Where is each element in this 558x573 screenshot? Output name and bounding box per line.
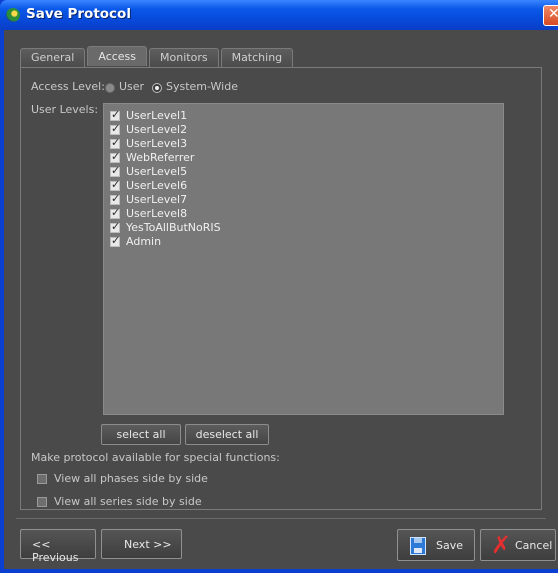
checkbox[interactable]: [110, 108, 120, 121]
deselect-all-button[interactable]: deselect all: [185, 424, 269, 445]
save-icon: [410, 537, 426, 555]
checkbox[interactable]: [110, 192, 120, 205]
window-title: Save Protocol: [26, 6, 131, 22]
tab-matching[interactable]: Matching: [220, 48, 294, 67]
checkbox[interactable]: [110, 234, 120, 247]
special-functions-label: Make protocol available for special func…: [31, 451, 280, 464]
title-bar[interactable]: Save Protocol ✕: [0, 0, 558, 30]
radio-user-label[interactable]: User: [119, 80, 144, 93]
tab-general[interactable]: General: [20, 48, 86, 67]
checkbox[interactable]: [110, 206, 120, 219]
save-button[interactable]: Save: [397, 529, 475, 561]
radio-user[interactable]: [105, 83, 115, 93]
previous-button[interactable]: << Previous: [20, 529, 96, 564]
close-button[interactable]: ✕: [543, 5, 558, 26]
user-levels-label: User Levels:: [31, 103, 99, 116]
phases-label[interactable]: View all phases side by side: [54, 472, 208, 485]
checkbox[interactable]: [110, 220, 120, 233]
dialog-body: General Access Monitors Matching Access …: [4, 30, 558, 569]
radio-system-wide-label[interactable]: System-Wide: [166, 80, 238, 93]
checkbox[interactable]: [110, 164, 120, 177]
user-levels-list[interactable]: UserLevel1 UserLevel2 UserLevel3 WebRefe…: [103, 103, 504, 415]
checkbox-series[interactable]: [37, 497, 47, 507]
footer-divider: [16, 518, 546, 519]
checkbox[interactable]: [110, 136, 120, 149]
app-icon: [6, 8, 20, 22]
save-protocol-window: Save Protocol ✕ General Access Monitors …: [0, 0, 558, 573]
tab-access[interactable]: Access: [87, 46, 148, 66]
cancel-button[interactable]: ✗ Cancel: [480, 529, 556, 561]
radio-system-wide[interactable]: [152, 83, 162, 93]
checkbox[interactable]: [110, 150, 120, 163]
checkbox[interactable]: [110, 122, 120, 135]
select-all-button[interactable]: select all: [101, 424, 181, 445]
tab-bar: General Access Monitors Matching: [20, 46, 295, 67]
access-level-label: Access Level:: [31, 80, 105, 93]
cancel-x-icon: ✗: [491, 531, 512, 559]
window-frame-bottom: [0, 569, 558, 573]
tab-monitors[interactable]: Monitors: [149, 48, 219, 67]
next-button[interactable]: Next >>: [101, 529, 182, 559]
close-icon: ✕: [548, 6, 558, 22]
checkbox-phases[interactable]: [37, 474, 47, 484]
checkbox[interactable]: [110, 178, 120, 191]
series-label[interactable]: View all series side by side: [54, 495, 202, 508]
